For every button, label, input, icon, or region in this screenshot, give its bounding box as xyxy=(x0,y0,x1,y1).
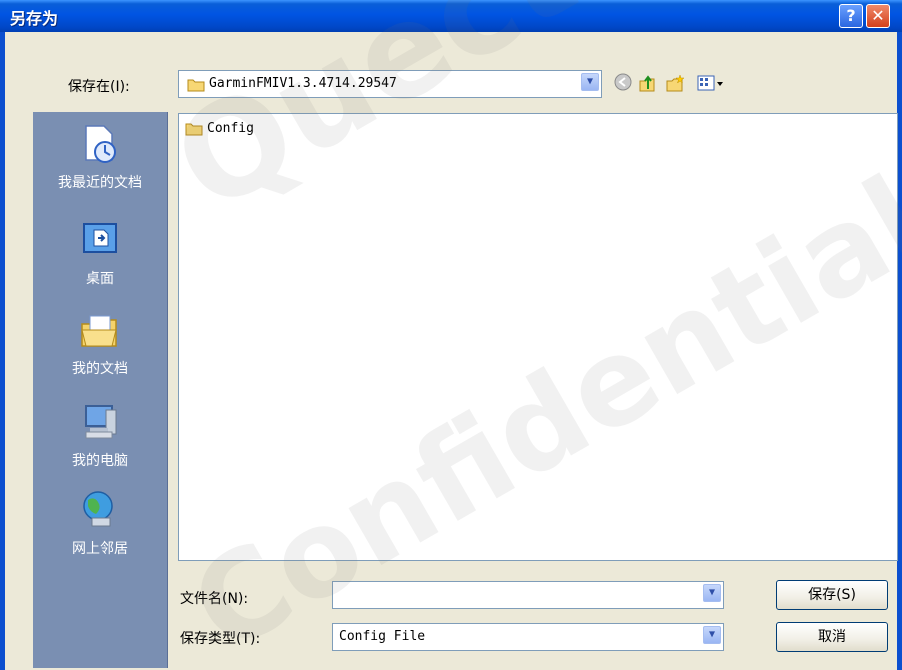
folder-icon xyxy=(185,123,203,136)
filetype-label: 保存类型(T): xyxy=(180,631,261,647)
save-in-dropdown[interactable]: GarminFMIV1.3.4714.29547 ▼ xyxy=(178,70,602,98)
title-bar[interactable]: 另存为 ? ✕ xyxy=(0,0,902,32)
back-icon[interactable] xyxy=(613,73,633,93)
cancel-button[interactable]: 取消 xyxy=(776,622,888,652)
place-my-documents[interactable]: 我的文档 xyxy=(33,308,167,398)
close-button[interactable]: ✕ xyxy=(866,4,890,28)
desktop-icon xyxy=(83,223,117,253)
place-recent-documents[interactable]: 我最近的文档 xyxy=(33,122,167,212)
filename-input[interactable]: ▼ xyxy=(332,581,724,609)
filetype-select[interactable]: Config File ▼ xyxy=(332,623,724,651)
place-label: 桌面 xyxy=(86,271,114,287)
save-in-label: 保存在(I): xyxy=(68,79,130,95)
places-bar: 我最近的文档 桌面 我的文档 我的电脑 网上邻居 xyxy=(33,112,168,668)
save-button[interactable]: 保存(S) xyxy=(776,580,888,610)
my-computer-icon xyxy=(85,405,117,439)
file-list[interactable]: Config xyxy=(178,113,898,561)
chevron-down-icon[interactable]: ▼ xyxy=(703,584,721,602)
dialog-title: 另存为 xyxy=(10,9,59,28)
place-my-computer[interactable]: 我的电脑 xyxy=(33,400,167,490)
folder-icon xyxy=(187,79,205,92)
help-button[interactable]: ? xyxy=(839,4,863,28)
place-network[interactable]: 网上邻居 xyxy=(33,488,167,578)
new-folder-icon[interactable] xyxy=(665,73,685,93)
filename-label: 文件名(N): xyxy=(180,591,249,607)
place-desktop[interactable]: 桌面 xyxy=(33,218,167,308)
chevron-down-icon[interactable]: ▼ xyxy=(703,626,721,644)
place-label: 我的电脑 xyxy=(72,453,128,469)
chevron-down-icon[interactable]: ▼ xyxy=(581,73,599,91)
place-label: 我最近的文档 xyxy=(58,175,142,191)
my-documents-icon xyxy=(81,315,117,347)
place-label: 我的文档 xyxy=(72,361,128,377)
recent-documents-icon xyxy=(85,125,116,163)
up-folder-icon[interactable] xyxy=(637,73,657,93)
save-as-dialog: 另存为 ? ✕ 保存在(I): GarminFMIV1.3.4714.29547… xyxy=(0,0,902,670)
network-places-icon xyxy=(83,491,113,527)
view-menu-icon[interactable] xyxy=(695,73,727,93)
filetype-value: Config File xyxy=(339,629,426,644)
window-border-left xyxy=(0,32,5,670)
save-in-value: GarminFMIV1.3.4714.29547 xyxy=(209,76,397,91)
place-label: 网上邻居 xyxy=(72,541,128,557)
file-name: Config xyxy=(207,121,254,136)
